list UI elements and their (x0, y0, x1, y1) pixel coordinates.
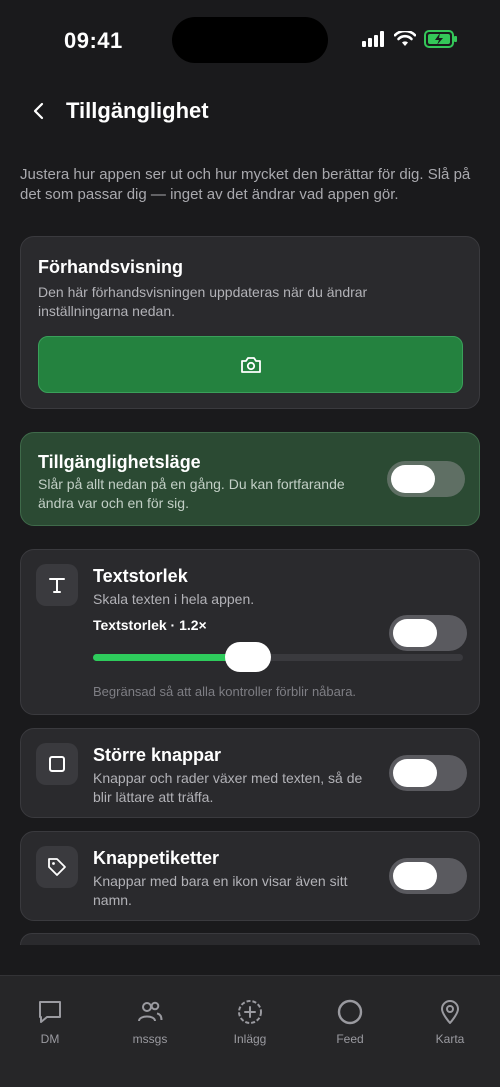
text-size-toggle[interactable] (389, 615, 467, 651)
header: Tillgänglighet (0, 90, 500, 134)
bigger-buttons-card: Större knappar Knappar och rader växer m… (20, 728, 480, 818)
signal-icon (362, 31, 386, 52)
tab-inlagg[interactable]: Inlägg (210, 998, 290, 1046)
toggle-knob (393, 862, 437, 890)
tab-feed[interactable]: Feed (310, 998, 390, 1046)
circle-icon (337, 999, 363, 1025)
chat-bubble-icon (39, 1001, 61, 1023)
preview-card: Förhandsvisning Den här förhandsvisninge… (20, 236, 480, 409)
accessibility-mode-title: Tillgänglighetsläge (38, 452, 201, 472)
tab-dm[interactable]: DM (10, 998, 90, 1046)
tab-label: mssgs (132, 1032, 168, 1046)
toggle-knob (393, 759, 437, 787)
plus-circle-icon (238, 1000, 262, 1024)
slider-thumb[interactable] (225, 642, 272, 672)
bigger-buttons-title: Större knappar (93, 745, 222, 765)
toggle-knob (391, 465, 435, 493)
tab-karta[interactable]: Karta (410, 998, 490, 1046)
next-card-peek (20, 933, 480, 945)
text-size-subtitle: Skala texten i hela appen. (93, 591, 255, 607)
preview-button[interactable] (38, 336, 463, 393)
accessibility-mode-toggle[interactable] (387, 461, 465, 497)
camera-icon (240, 356, 261, 373)
button-labels-card: Knappetiketter Knappar med bara en ikon … (20, 831, 480, 921)
bigger-buttons-subtitle: Knappar och rader växer med texten, så d… (93, 770, 363, 805)
toggle-knob (393, 619, 437, 647)
text-size-slider-label: Textstorlek · 1.2× (93, 617, 207, 633)
text-size-title: Textstorlek (93, 566, 188, 586)
square-icon (49, 756, 65, 772)
text-size-card: Textstorlek Skala texten i hela appen. T… (20, 549, 480, 715)
button-labels-toggle[interactable] (389, 858, 467, 894)
button-labels-icon-box (36, 846, 78, 888)
intro-text: Justera hur appen ser ut och hur mycket … (20, 166, 471, 203)
text-size-icon-box (36, 564, 78, 606)
status-bar: 09:41 (0, 0, 500, 80)
text-icon (49, 578, 65, 593)
battery-icon (424, 30, 458, 53)
tab-label: Karta (435, 1032, 465, 1046)
accessibility-mode-subtitle: Slår på allt nedan på en gång. Du kan fo… (38, 476, 345, 511)
tag-icon (48, 858, 66, 876)
text-size-note: Begränsad så att alla kontroller förblir… (93, 684, 357, 699)
dynamic-island (172, 17, 328, 63)
page-title: Tillgänglighet (66, 98, 209, 123)
status-time: 09:41 (64, 28, 123, 53)
status-icons (362, 29, 458, 53)
chevron-left-icon (33, 102, 44, 120)
button-labels-subtitle: Knappar med bara en ikon visar även sitt… (93, 873, 348, 908)
bigger-buttons-toggle[interactable] (389, 755, 467, 791)
back-button[interactable] (24, 96, 54, 126)
map-pin-icon (441, 1000, 459, 1024)
wifi-icon (393, 29, 417, 52)
bigger-buttons-icon-box (36, 743, 78, 785)
people-icon (138, 1001, 163, 1022)
tab-mssgs[interactable]: mssgs (110, 998, 190, 1046)
accessibility-mode-card: Tillgänglighetsläge Slår på allt nedan p… (20, 432, 480, 526)
tab-bar: DM mssgs Inlägg Feed Karta (0, 975, 500, 1087)
text-size-slider[interactable] (93, 642, 463, 672)
tab-label: DM (40, 1032, 60, 1046)
preview-title: Förhandsvisning (38, 257, 184, 277)
tab-label: Inlägg (233, 1032, 267, 1046)
button-labels-title: Knappetiketter (93, 848, 220, 868)
preview-subtitle: Den här förhandsvisningen uppdateras när… (38, 284, 368, 319)
tab-label: Feed (336, 1032, 364, 1046)
